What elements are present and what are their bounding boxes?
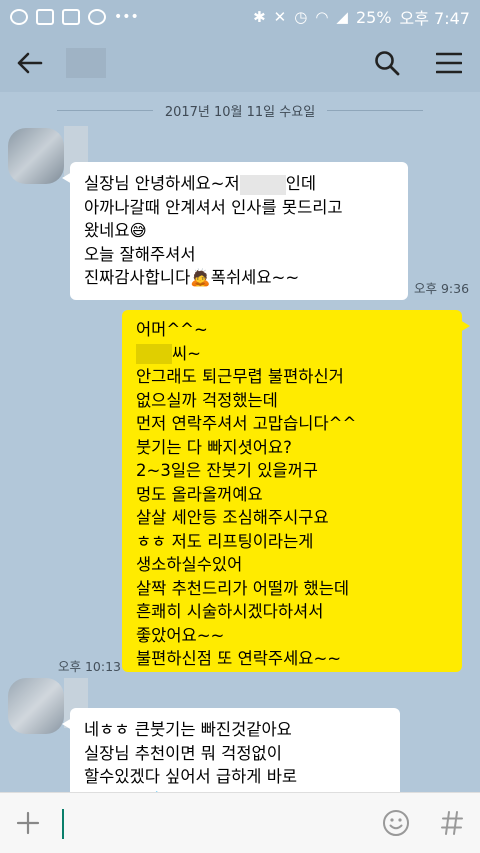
hashtag-icon <box>441 811 463 835</box>
search-icon <box>375 51 400 76</box>
signal-icon: ◢ <box>336 8 348 26</box>
bluetooth-icon: ✱ <box>253 8 266 26</box>
app-notification-icon <box>62 9 80 25</box>
date-divider-line-left <box>56 109 153 111</box>
back-button[interactable] <box>0 34 60 92</box>
outgoing-message-bubble[interactable]: 어머^^~ 씨~ 안그래도 퇴근무렵 불편하신거 없으실까 걱정했는데 먼저 연… <box>122 310 470 672</box>
message-time: 오후 10:13 <box>58 659 121 674</box>
message-time: 오후 9:36 <box>414 281 470 296</box>
clock: 오후 7:47 <box>399 9 470 28</box>
text-caret <box>62 809 64 839</box>
status-right-icons: ✱ ✕ ◷ ◠ ◢ 25% 오후 7:47 <box>253 5 470 29</box>
message-greeting: 어머^^~ <box>136 320 208 339</box>
message-input[interactable] <box>56 803 368 843</box>
talk-notification-icon <box>10 9 28 25</box>
search-button[interactable] <box>356 34 418 92</box>
emoticon-button[interactable] <box>368 793 424 853</box>
wifi-icon: ◠ <box>315 8 329 26</box>
incoming-message-bubble[interactable]: 실장님 안녕하세요~저 인데 아까나갈때 안계셔서 인사를 못드리고 왔네요😅 오… <box>62 162 408 300</box>
date-divider-line-right <box>327 109 424 111</box>
date-divider: 2017년 10월 11일 수요일 <box>0 98 480 122</box>
mute-icon: ✕ <box>273 8 287 26</box>
incoming-message-bubble[interactable]: 네ㅎㅎ 큰붓기는 빠진것같아요 실장님 추천이면 뭐 걱정없이 할수있겠다 싶어… <box>62 708 400 792</box>
message-text-start: 실장님 안녕하세요~저 <box>84 174 240 193</box>
plus-icon <box>16 811 40 835</box>
alarm-icon: ◷ <box>294 8 308 26</box>
date-divider-text: 2017년 10월 11일 수요일 <box>164 104 316 120</box>
message-name-suffix: 씨~ <box>172 343 202 363</box>
status-left-icons: ••• <box>10 9 139 25</box>
more-notifications-icon: ••• <box>114 9 139 25</box>
message-input-bar <box>0 792 480 853</box>
hashtag-search-button[interactable] <box>424 793 480 853</box>
message-body: 안그래도 퇴근무렵 불편하신거 없으실까 걱정했는데 먼저 연락주셔서 고맙습니… <box>136 367 357 668</box>
attach-button[interactable] <box>0 793 56 853</box>
menu-button[interactable] <box>418 34 480 92</box>
smiley-icon <box>383 810 409 836</box>
chat-area[interactable]: 2017년 10월 11일 수요일 실장님 안녕하세요~저 인데 아까나갈때 안계… <box>0 92 480 792</box>
sender-avatar[interactable] <box>8 678 64 734</box>
name-redacted <box>239 174 286 195</box>
app-bar <box>0 34 480 92</box>
status-bar: ••• ✱ ✕ ◷ ◠ ◢ 25% 오후 7:47 <box>0 0 480 34</box>
arrow-left-icon <box>17 52 43 74</box>
sender-avatar[interactable] <box>8 128 64 184</box>
gallery-notification-icon <box>36 9 54 25</box>
chat-notification-icon <box>88 9 106 25</box>
hamburger-menu-icon <box>436 52 462 74</box>
battery-level: 25% <box>355 7 392 27</box>
name-redacted <box>136 344 172 364</box>
chat-title-redacted <box>66 48 106 78</box>
